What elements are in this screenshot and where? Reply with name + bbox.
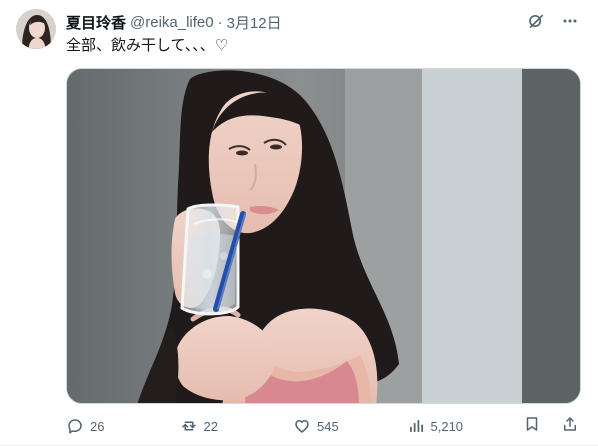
bookmark-icon [523,415,541,438]
reply-icon [66,417,84,435]
more-icon[interactable] [558,9,582,33]
reply-count: 26 [90,418,105,434]
tweet-text: 全部、飲み干して、、、♡ [66,37,229,54]
avatar[interactable] [16,9,56,49]
like-icon [293,417,311,435]
tweet-date[interactable]: 3月12日 [227,12,282,33]
tweet-header: 夏目玲香 @reika_life0 · 3月12日 [66,12,282,32]
grok-icon[interactable] [524,9,548,33]
tweet-card: 夏目玲香 @reika_life0 · 3月12日 全部、飲み干して、、、♡ 2… [0,0,598,446]
view-count: 5,210 [430,418,464,434]
share-icon [561,415,579,438]
bookmark-button[interactable] [520,414,544,438]
repost-count: 22 [203,418,218,434]
user-handle[interactable]: @reika_life0 [130,14,214,31]
tweet-media[interactable] [66,68,581,404]
like-count: 545 [317,418,339,434]
views-icon [407,417,425,435]
display-name[interactable]: 夏目玲香 [66,12,126,33]
reply-button[interactable]: 26 [66,417,126,435]
views-button[interactable]: 5,210 [407,417,467,435]
repost-icon [180,417,198,435]
separator-dot: · [217,13,223,31]
tweet-top-actions [524,9,582,33]
repost-button[interactable]: 22 [180,417,240,435]
tweet-secondary-actions [520,414,582,438]
share-button[interactable] [558,414,582,438]
tweet-action-bar: 26 22 545 5,210 [66,414,582,438]
like-button[interactable]: 545 [293,417,353,435]
